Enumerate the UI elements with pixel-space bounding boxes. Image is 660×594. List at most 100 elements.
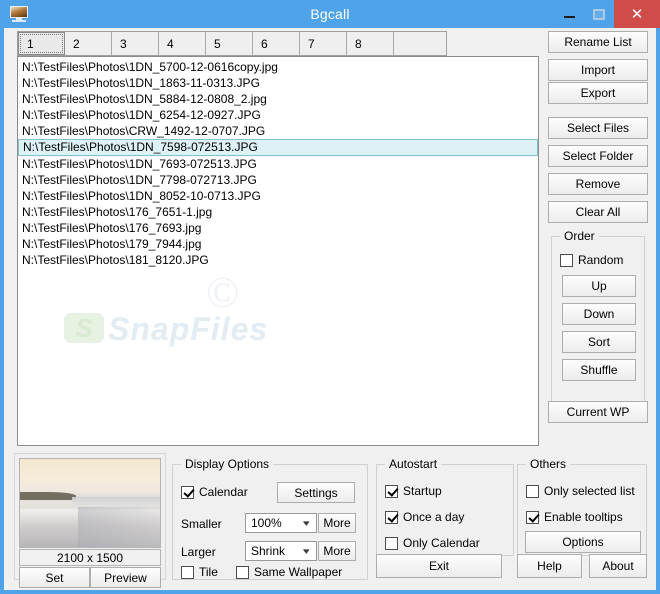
client-area: 1 2 3 4 5 6 7 8 © S SnapFiles N:\TestFil… bbox=[4, 28, 656, 590]
clear-all-button[interactable]: Clear All bbox=[548, 201, 648, 223]
tab-6[interactable]: 6 bbox=[253, 32, 300, 55]
tab-label: 5 bbox=[214, 36, 221, 51]
enable-tooltips-label: Enable tooltips bbox=[544, 510, 623, 524]
tab-label: 2 bbox=[73, 36, 80, 51]
same-wallpaper-checkbox[interactable]: Same Wallpaper bbox=[236, 565, 342, 579]
startup-checkbox[interactable]: Startup bbox=[385, 484, 442, 498]
shuffle-button[interactable]: Shuffle bbox=[562, 359, 636, 381]
checkbox-box bbox=[385, 536, 398, 550]
checkbox-box bbox=[385, 484, 398, 498]
tab-1[interactable]: 1 bbox=[18, 32, 65, 55]
help-button[interactable]: Help bbox=[517, 554, 582, 578]
tab-5[interactable]: 5 bbox=[206, 32, 253, 55]
preview-button[interactable]: Preview bbox=[90, 567, 161, 588]
title-bar: Bgcall ✕ bbox=[0, 0, 660, 28]
once-a-day-checkbox[interactable]: Once a day bbox=[385, 510, 464, 524]
rename-list-button[interactable]: Rename List bbox=[548, 31, 648, 53]
larger-select[interactable]: Shrink ▾ bbox=[245, 541, 317, 561]
once-a-day-label: Once a day bbox=[403, 510, 465, 524]
export-button[interactable]: Export bbox=[548, 82, 648, 104]
autostart-group: Autostart Startup Once a day Only Calend… bbox=[376, 457, 514, 556]
close-icon: ✕ bbox=[630, 5, 644, 23]
watermark-text: SnapFiles bbox=[108, 311, 269, 347]
set-button[interactable]: Set bbox=[19, 567, 90, 588]
smaller-label: Smaller bbox=[181, 517, 222, 531]
calendar-label: Calendar bbox=[199, 485, 248, 499]
only-selected-list-checkbox[interactable]: Only selected list bbox=[526, 484, 635, 498]
options-button[interactable]: Options bbox=[525, 531, 641, 553]
copyright-icon: © bbox=[206, 268, 240, 317]
chevron-down-icon: ▾ bbox=[303, 545, 311, 556]
checkbox-box bbox=[526, 484, 539, 498]
exit-button[interactable]: Exit bbox=[376, 554, 502, 578]
close-button[interactable]: ✕ bbox=[614, 0, 660, 28]
order-group: Order Random Up Down Sort Shuffle bbox=[551, 229, 645, 416]
image-dimensions: 2100 x 1500 bbox=[19, 549, 161, 566]
remove-button[interactable]: Remove bbox=[548, 173, 648, 195]
current-wp-button[interactable]: Current WP bbox=[548, 401, 648, 423]
monitor-icon bbox=[8, 5, 30, 23]
tab-label: 7 bbox=[308, 36, 315, 51]
import-button[interactable]: Import bbox=[548, 59, 648, 81]
application-window: Bgcall ✕ 1 2 3 4 5 6 7 8 © S SnapFiles N… bbox=[0, 0, 660, 594]
smaller-value: 100% bbox=[251, 516, 282, 530]
select-folder-button[interactable]: Select Folder bbox=[548, 145, 648, 167]
random-checkbox[interactable]: Random bbox=[560, 253, 623, 267]
file-list[interactable]: © S SnapFiles N:\TestFiles\Photos\1DN_57… bbox=[17, 56, 539, 446]
list-item[interactable]: N:\TestFiles\Photos\1DN_6254-12-0927.JPG bbox=[18, 107, 538, 123]
list-item[interactable]: N:\TestFiles\Photos\1DN_8052-10-0713.JPG bbox=[18, 188, 538, 204]
maximize-button[interactable] bbox=[584, 0, 614, 28]
list-item[interactable]: N:\TestFiles\Photos\1DN_7693-072513.JPG bbox=[18, 156, 538, 172]
tab-label: 6 bbox=[261, 36, 268, 51]
only-calendar-label: Only Calendar bbox=[403, 536, 480, 550]
checkbox-box bbox=[385, 510, 398, 524]
list-item[interactable]: N:\TestFiles\Photos\1DN_7798-072713.JPG bbox=[18, 172, 538, 188]
only-selected-list-label: Only selected list bbox=[544, 484, 635, 498]
tile-checkbox[interactable]: Tile bbox=[181, 565, 218, 579]
tab-3[interactable]: 3 bbox=[112, 32, 159, 55]
tab-4[interactable]: 4 bbox=[159, 32, 206, 55]
preview-panel: 2100 x 1500 Set Preview bbox=[14, 453, 166, 588]
tab-label: 8 bbox=[355, 36, 362, 51]
checkbox-box bbox=[560, 253, 573, 267]
list-item[interactable]: N:\TestFiles\Photos\1DN_5700-12-0616copy… bbox=[18, 59, 538, 75]
about-button[interactable]: About bbox=[589, 554, 647, 578]
display-options-group: Display Options Calendar Settings Smalle… bbox=[172, 457, 368, 580]
up-button[interactable]: Up bbox=[562, 275, 636, 297]
sort-button[interactable]: Sort bbox=[562, 331, 636, 353]
tab-2[interactable]: 2 bbox=[65, 32, 112, 55]
snapfiles-logo-icon: S bbox=[64, 313, 104, 343]
autostart-legend: Autostart bbox=[385, 457, 442, 471]
list-item-selected[interactable]: N:\TestFiles\Photos\1DN_7598-072513.JPG bbox=[18, 139, 538, 156]
minimize-button[interactable] bbox=[554, 0, 584, 28]
list-item[interactable]: N:\TestFiles\Photos\1DN_1863-11-0313.JPG bbox=[18, 75, 538, 91]
list-item[interactable]: N:\TestFiles\Photos\176_7693.jpg bbox=[18, 220, 538, 236]
list-item[interactable]: N:\TestFiles\Photos\181_8120.JPG bbox=[18, 252, 538, 268]
larger-value: Shrink bbox=[251, 544, 286, 558]
checkbox-box bbox=[181, 485, 194, 499]
checkbox-box bbox=[526, 510, 539, 524]
larger-label: Larger bbox=[181, 545, 216, 559]
settings-button[interactable]: Settings bbox=[277, 482, 355, 503]
list-item[interactable]: N:\TestFiles\Photos\CRW_1492-12-0707.JPG bbox=[18, 123, 538, 139]
tab-8[interactable]: 8 bbox=[347, 32, 394, 55]
smaller-select[interactable]: 100% ▾ bbox=[245, 513, 317, 533]
down-button[interactable]: Down bbox=[562, 303, 636, 325]
tab-label: 1 bbox=[27, 36, 34, 51]
others-group: Others Only selected list Enable tooltip… bbox=[517, 457, 647, 556]
wallpaper-thumbnail[interactable] bbox=[19, 458, 161, 548]
tab-7[interactable]: 7 bbox=[300, 32, 347, 55]
larger-more-button[interactable]: More bbox=[318, 541, 356, 561]
list-item[interactable]: N:\TestFiles\Photos\1DN_5884-12-0808_2.j… bbox=[18, 91, 538, 107]
smaller-more-button[interactable]: More bbox=[318, 513, 356, 533]
select-files-button[interactable]: Select Files bbox=[548, 117, 648, 139]
only-calendar-checkbox[interactable]: Only Calendar bbox=[385, 536, 480, 550]
checkbox-box bbox=[236, 565, 249, 579]
list-item[interactable]: N:\TestFiles\Photos\176_7651-1.jpg bbox=[18, 204, 538, 220]
enable-tooltips-checkbox[interactable]: Enable tooltips bbox=[526, 510, 623, 524]
chevron-down-icon: ▾ bbox=[303, 517, 311, 528]
tab-label: 3 bbox=[120, 36, 127, 51]
list-item[interactable]: N:\TestFiles\Photos\179_7944.jpg bbox=[18, 236, 538, 252]
list-tabs: 1 2 3 4 5 6 7 8 bbox=[17, 31, 447, 56]
calendar-checkbox[interactable]: Calendar bbox=[181, 485, 248, 499]
